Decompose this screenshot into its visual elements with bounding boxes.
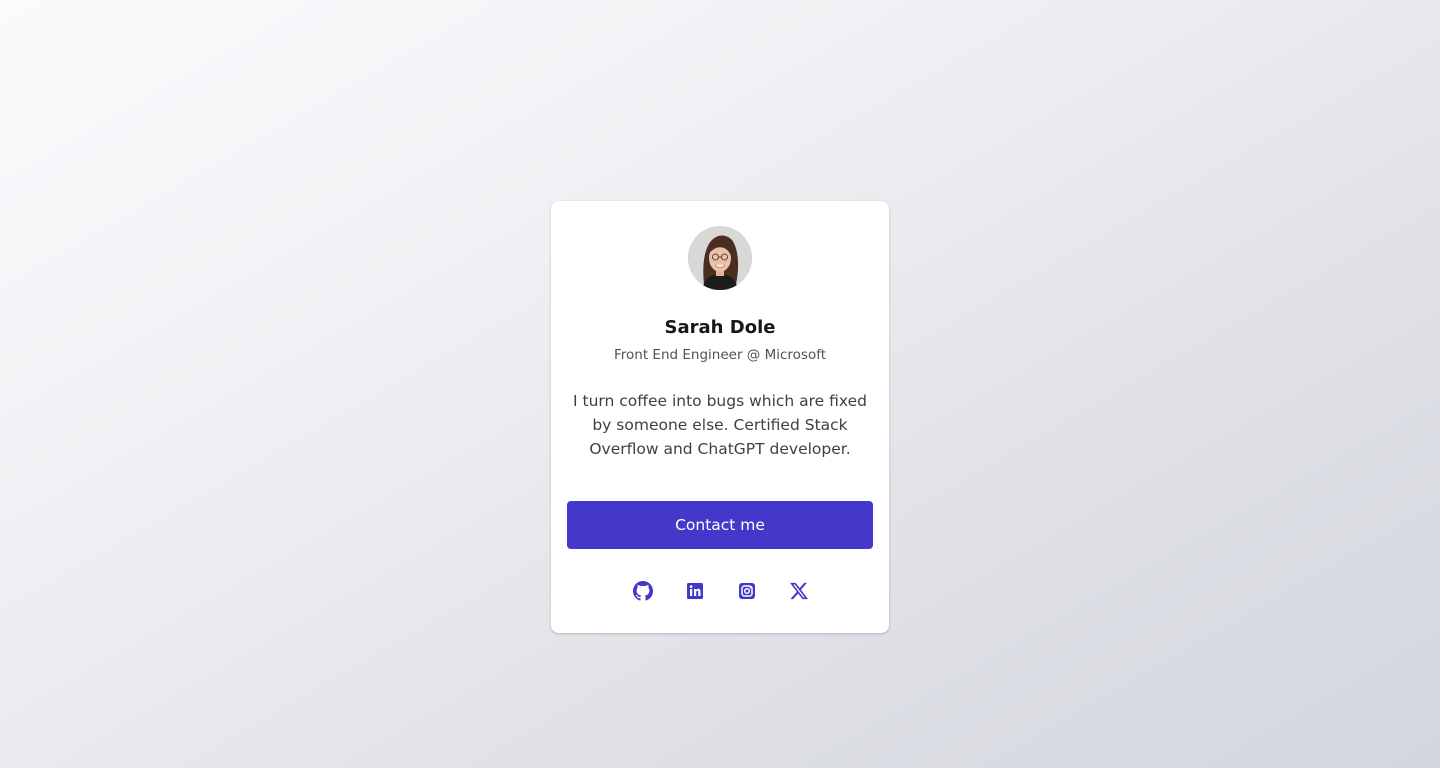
instagram-link[interactable] [737, 581, 757, 601]
profile-card: Sarah Dole Front End Engineer @ Microsof… [551, 201, 889, 633]
linkedin-link[interactable] [685, 581, 705, 601]
social-links [551, 581, 889, 601]
x-link[interactable] [789, 581, 809, 601]
github-icon [633, 581, 653, 601]
profile-bio: I turn coffee into bugs which are fixed … [573, 392, 867, 458]
linkedin-icon [685, 581, 705, 601]
profile-title: Front End Engineer @ Microsoft [613, 347, 827, 363]
avatar [688, 226, 752, 290]
instagram-icon [737, 581, 757, 601]
x-icon [789, 581, 809, 601]
profile-name: Sarah Dole [664, 317, 776, 338]
github-link[interactable] [633, 581, 653, 601]
contact-button[interactable]: Contact me [567, 501, 873, 549]
avatar-photo [688, 226, 752, 290]
